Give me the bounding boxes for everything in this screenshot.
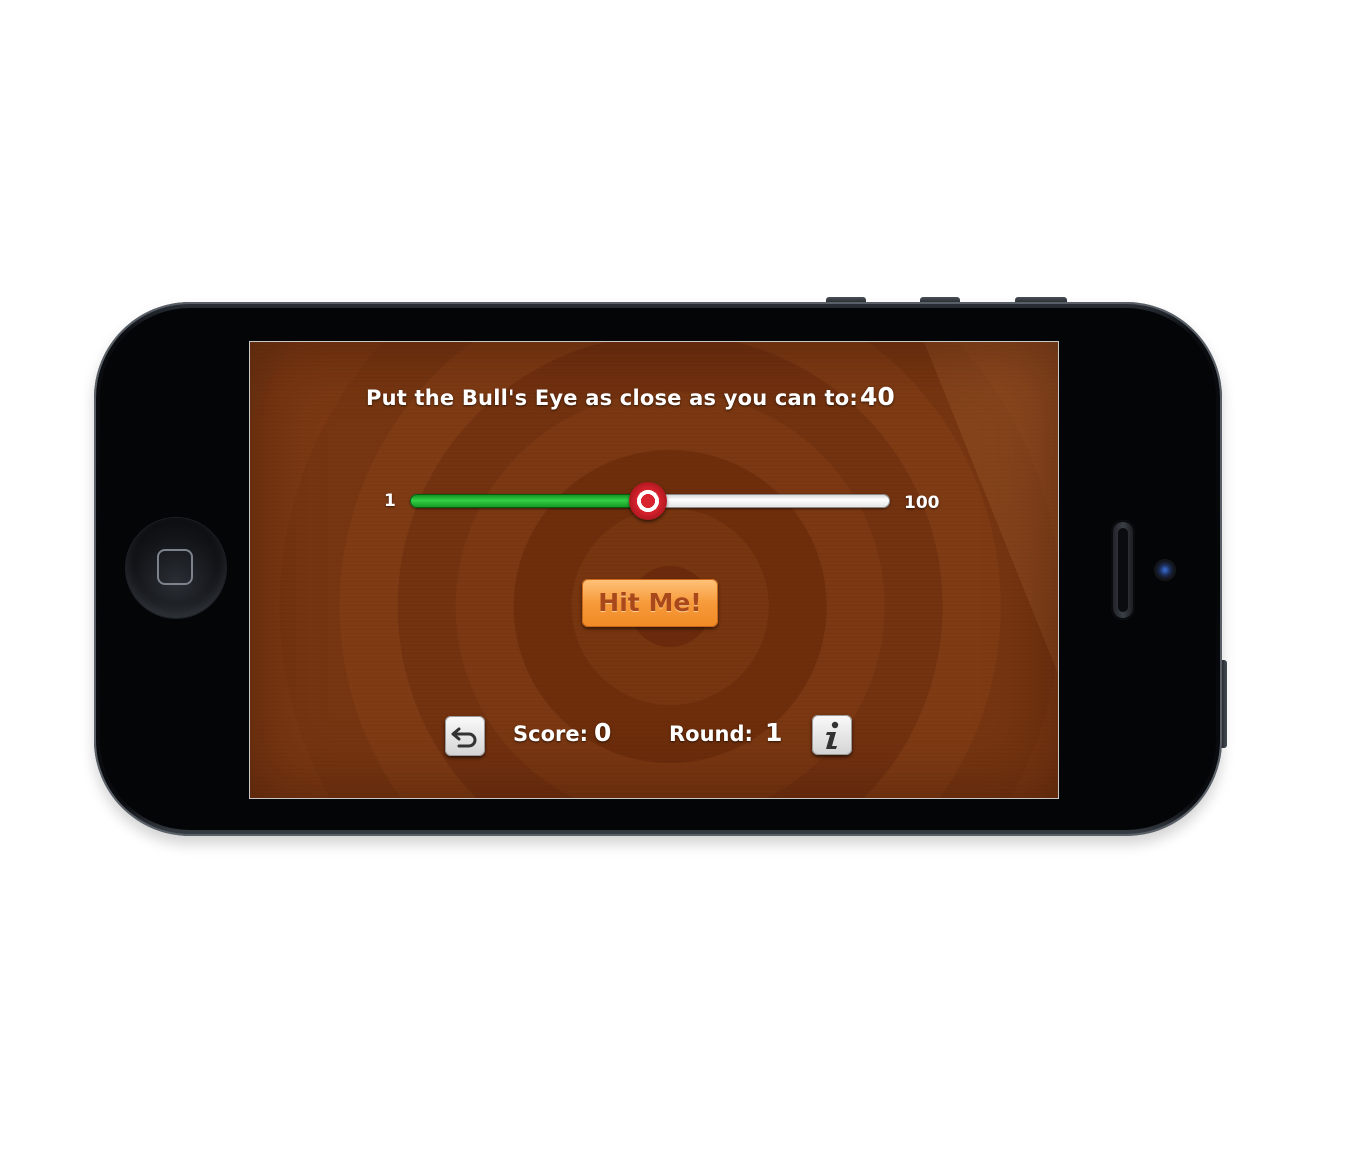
bulls-eye-thumb-icon[interactable] bbox=[628, 482, 667, 520]
front-camera bbox=[1154, 559, 1176, 581]
score-value: 0 bbox=[594, 718, 612, 747]
round-value: 1 bbox=[765, 718, 783, 747]
value-slider[interactable] bbox=[410, 482, 890, 520]
home-button[interactable] bbox=[126, 518, 226, 618]
status-bar: Score: 0 Round: 1 bbox=[250, 714, 1058, 758]
earpiece-speaker bbox=[1111, 520, 1135, 620]
undo-arrow-icon bbox=[451, 727, 477, 748]
info-button[interactable] bbox=[812, 715, 852, 755]
slider-min-label: 1 bbox=[384, 491, 396, 511]
slider-fill bbox=[410, 494, 648, 508]
score-label: Score: bbox=[513, 722, 588, 746]
start-over-button[interactable] bbox=[445, 716, 485, 756]
target-value: 40 bbox=[860, 382, 895, 411]
game-screen: Put the Bull's Eye as close as you can t… bbox=[249, 341, 1059, 799]
round-label: Round: bbox=[669, 722, 753, 746]
home-square-icon bbox=[157, 549, 193, 585]
device-mockup: Put the Bull's Eye as close as you can t… bbox=[0, 0, 1350, 1150]
hit-me-button[interactable]: Hit Me! bbox=[582, 579, 718, 627]
slider-max-label: 100 bbox=[904, 493, 940, 513]
instruction-label: Put the Bull's Eye as close as you can t… bbox=[366, 386, 859, 410]
info-icon bbox=[826, 721, 839, 749]
